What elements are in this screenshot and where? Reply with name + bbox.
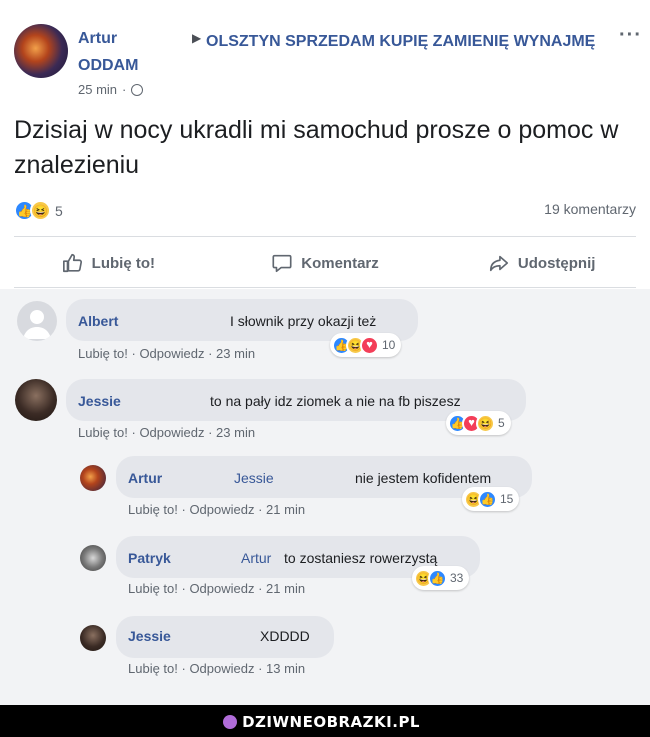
facebook-post: Artur ▶ OLSZTYN SPRZEDAM KUPIĘ ZAMIENIĘ … — [0, 0, 650, 705]
post-text: Dzisiaj w nocy ukradli mi samochud prosz… — [14, 116, 619, 179]
comment-reply-link[interactable]: Odpowiedz — [139, 346, 204, 361]
love-reaction-icon: ♥ — [360, 335, 379, 355]
comment-like-link[interactable]: Lubię to! — [78, 346, 128, 361]
reply-time[interactable]: 21 min — [266, 502, 305, 517]
comment-reaction-count: 10 — [382, 338, 396, 352]
comments-section: Albert I słownik przy okazji też Lubię t… — [0, 289, 650, 705]
comment-icon — [272, 254, 292, 273]
reply-avatar[interactable] — [80, 545, 106, 571]
reply-avatar[interactable] — [80, 625, 106, 651]
reply-time[interactable]: 21 min — [266, 581, 305, 596]
watermark-logo-icon — [223, 715, 238, 729]
post-time[interactable]: 25 min — [78, 82, 117, 97]
haha-reaction-icon: 😆 — [30, 200, 51, 221]
reply-like-link[interactable]: Lubię to! — [128, 502, 178, 517]
thumbs-up-icon — [62, 253, 82, 273]
reply-meta: Lubię to! · Odpowiedz · 13 min — [128, 661, 306, 676]
comment-reply-link[interactable]: Odpowiedz — [139, 425, 204, 440]
reply-reply-link[interactable]: Odpowiedz — [189, 502, 254, 517]
comment-time[interactable]: 23 min — [216, 346, 255, 361]
reply-author[interactable]: Patryk — [128, 550, 171, 566]
reply-reply-link[interactable]: Odpowiedz — [189, 661, 254, 676]
comment-meta: Lubię to! · Odpowiedz · 23 min — [78, 425, 256, 440]
reply-meta: Lubię to! · Odpowiedz · 21 min — [128, 581, 306, 596]
default-avatar-icon — [23, 310, 51, 339]
comment-text: I słownik przy okazji też — [230, 313, 377, 329]
globe-icon — [131, 83, 144, 96]
reply-mention[interactable]: Artur — [241, 550, 271, 566]
group-name[interactable]: OLSZTYN SPRZEDAM KUPIĘ ZAMIENIĘ WYNAJMĘ … — [78, 30, 598, 78]
comment-reactions[interactable]: 👍 ♥ 😆 5 — [446, 411, 511, 435]
comment-reaction-count: 5 — [498, 416, 505, 430]
comment-text: to na pały idz ziomek a nie na fb piszes… — [210, 393, 461, 409]
like-reaction-icon: 👍 — [428, 568, 447, 588]
reply-like-link[interactable]: Lubię to! — [128, 581, 178, 596]
more-options-icon[interactable]: ··· — [619, 24, 642, 47]
comment-avatar[interactable] — [15, 379, 57, 421]
comment-author[interactable]: Jessie — [78, 393, 121, 409]
comment-author[interactable]: Albert — [78, 313, 118, 329]
comment-meta: Lubię to! · Odpowiedz · 23 min — [78, 346, 256, 361]
post-actions: Lubię to! Komentarz Udostępnij — [0, 245, 650, 281]
reply-text: to zostaniesz rowerzystą — [284, 550, 438, 566]
post-reactions[interactable]: 👍 😆 5 — [14, 200, 63, 221]
reply-text: XDDDD — [260, 628, 310, 644]
reply-text: nie jestem kofidentem — [355, 470, 492, 486]
reply-mention[interactable]: Jessie — [234, 470, 274, 486]
comment-button[interactable]: Komentarz — [217, 245, 434, 281]
comment-avatar[interactable] — [17, 301, 57, 341]
comments-count[interactable]: 19 komentarzy — [544, 201, 636, 217]
watermark: DZIWNEOBRAZKI.PL — [223, 713, 420, 731]
comment-time[interactable]: 23 min — [216, 425, 255, 440]
like-button-label: Lubię to! — [91, 254, 155, 272]
post-meta: 25 min · — [78, 82, 144, 97]
like-button[interactable]: Lubię to! — [0, 245, 217, 281]
reply-like-link[interactable]: Lubię to! — [128, 661, 178, 676]
comment-reactions[interactable]: 👍 😆 ♥ 10 — [330, 333, 402, 357]
divider — [14, 236, 636, 237]
haha-reaction-icon: 😆 — [476, 413, 495, 433]
share-icon — [489, 255, 508, 272]
reply-meta: Lubię to! · Odpowiedz · 21 min — [128, 502, 306, 517]
watermark-text: DZIWNEOBRAZKI.PL — [242, 713, 420, 731]
reply-author[interactable]: Jessie — [128, 628, 171, 644]
reaction-count: 5 — [55, 202, 63, 219]
reply-reaction-count: 15 — [500, 492, 514, 506]
reply-reactions[interactable]: 😆 👍 33 — [412, 566, 470, 590]
reply-author[interactable]: Artur — [128, 470, 162, 486]
reply-time[interactable]: 13 min — [266, 661, 305, 676]
reply-avatar[interactable] — [80, 465, 106, 491]
author-avatar[interactable] — [14, 24, 68, 78]
share-button-label: Udostępnij — [517, 254, 596, 272]
divider — [14, 287, 636, 288]
share-button[interactable]: Udostępnij — [433, 245, 650, 281]
like-reaction-icon: 👍 — [478, 489, 497, 509]
reply-reaction-count: 33 — [450, 571, 464, 585]
reply-reactions[interactable]: 😆 👍 15 — [462, 487, 520, 511]
comment-like-link[interactable]: Lubię to! — [78, 425, 128, 440]
comment-button-label: Komentarz — [301, 254, 379, 272]
reply-reply-link[interactable]: Odpowiedz — [189, 581, 254, 596]
